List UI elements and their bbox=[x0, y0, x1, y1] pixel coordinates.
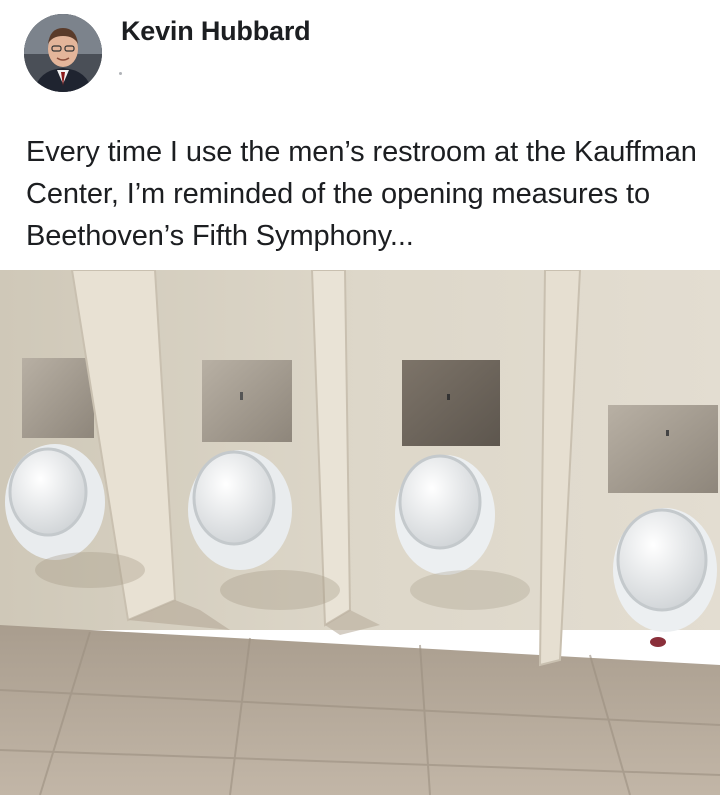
post-header: Kevin Hubbard bbox=[0, 0, 720, 110]
avatar[interactable] bbox=[24, 14, 102, 92]
post-text: Every time I use the men’s restroom at t… bbox=[26, 136, 697, 252]
person-avatar-icon bbox=[24, 14, 102, 92]
separator-dot bbox=[119, 72, 122, 75]
urinals-photo bbox=[0, 270, 720, 795]
facebook-post: Kevin Hubbard Every time I use the men’s… bbox=[0, 0, 720, 795]
post-photo[interactable] bbox=[0, 270, 720, 795]
author-name[interactable]: Kevin Hubbard bbox=[121, 16, 311, 47]
